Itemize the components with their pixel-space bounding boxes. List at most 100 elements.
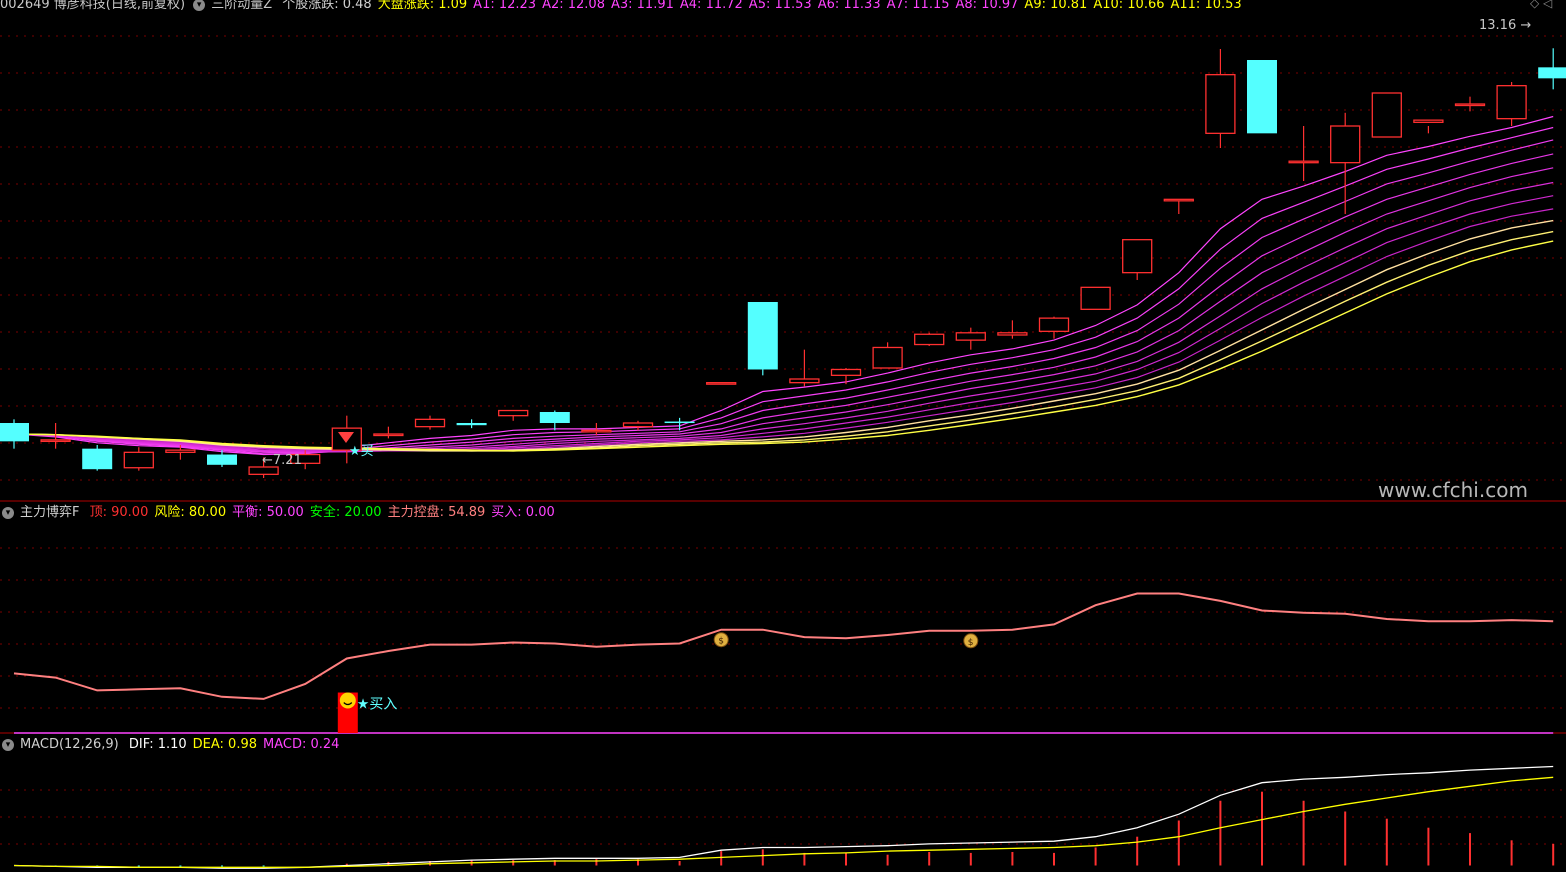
header-item-9: A8: 10.97 [955,0,1019,12]
candle-body-up [1496,85,1527,120]
candle [539,410,570,431]
candle-body-up [1038,317,1070,332]
candle [1454,96,1486,112]
panel2-item-2: 平衡: 50.00 [232,505,304,520]
candle-body-up [622,422,654,428]
candle [498,409,529,421]
candle-body-down [664,421,695,424]
series-line-DEA [13,776,1554,868]
candle [622,420,654,431]
candle-body-up [1371,92,1402,138]
candle [1122,239,1153,280]
panel2-values: 顶: 90.00 风险: 80.00 平衡: 50.00 安全: 20.00 主力控盘:… [90,505,561,520]
header-item-6: A5: 11.53 [748,0,812,12]
indicator-name: 三阶动量Z [211,0,273,12]
candle-body-down [747,302,778,370]
ma-line-A11 [13,240,1554,452]
candle [1080,286,1111,310]
panel2-menu-icon[interactable]: ▾ [2,506,14,519]
panel2-item-3: 安全: 20.00 [309,505,382,520]
candle-body-up [1454,103,1486,107]
candle [706,382,737,385]
candle-body-down [1538,67,1566,79]
panel3-values: DIF: 1.10 DEA: 0.98 MACD: 0.24 [129,737,346,752]
header-item-11: A10: 10.66 [1093,0,1165,12]
panel2-item-4: 主力控盘: 54.89 [387,505,486,520]
money-bag-symbol: $ [968,638,974,648]
header-item-10: A9: 10.81 [1024,0,1088,12]
candle-body-up [1205,74,1236,134]
series-line-主力控盘 [13,592,1554,700]
candle-body-up [40,439,71,443]
chart-stage[interactable]: 13.16 → ←7.21 ★买 ★买入 $ $ 002649 博彦科技(日线,前复权) … [0,0,1566,872]
candle [789,349,820,387]
candle [955,327,986,350]
candle [1371,92,1402,138]
panel2-item-0: 顶: 90.00 [89,505,149,520]
series-line-DIF [13,765,1554,869]
candle [747,302,778,376]
candle [664,417,695,431]
ma-line-A1 [13,115,1554,456]
panel2-header: ▾ 主力博弈F 顶: 90.00 风险: 80.00 平衡: 50.00 安全: 20.… [0,505,567,521]
candle-body-down [456,423,487,426]
candle-body-up [1330,125,1361,164]
stock-title: 002649 博彦科技(日线,前复权) [0,0,186,12]
header-item-5: A4: 11.72 [679,0,743,12]
candle-body-up [123,451,154,469]
panel2-item-1: 风险: 80.00 [154,505,227,520]
candle [1496,82,1527,126]
header-item-3: A2: 12.08 [542,0,605,12]
candle-body-up [414,418,446,428]
candle [1288,126,1319,181]
smiley-icon [339,692,356,709]
header-item-8: A7: 11.15 [886,0,950,12]
candle [1038,316,1070,339]
candle [456,419,487,429]
indicator-menu-icon[interactable]: ▾ [193,0,206,11]
header-item-1: 大盘涨跌: 1.09 [377,0,468,12]
candle-body-up [1122,239,1153,274]
header-item-4: A3: 11.91 [610,0,674,12]
panel3-title: MACD(12,26,9) [20,737,119,752]
candle-body-down [82,448,113,470]
header-item-0: 个股涨跌: 0.48 [282,0,372,12]
candle [1330,112,1361,214]
candle-body-up [1288,160,1319,164]
candle [830,368,862,385]
candle [82,445,113,471]
candle-body-up [581,429,612,433]
candle-body-up [789,378,820,384]
panel3-item-0: DIF: 1.10 [128,737,187,752]
candle [0,419,29,449]
candle [914,332,945,346]
candle-body-up [373,433,404,437]
candle-body-up [498,409,529,417]
watermark: www.cfchi.com [1378,478,1528,502]
panel3-item-2: MACD: 0.24 [263,737,340,752]
panel3-item-1: DEA: 0.98 [192,737,258,752]
ma-line-A5 [13,167,1554,453]
candle-body-down [207,454,237,465]
candle-body-up [165,449,196,453]
header-item-7: A6: 11.33 [817,0,881,12]
candle-body-up [955,332,986,341]
candle [997,320,1028,339]
candle [1163,198,1194,214]
candle-body-down [0,423,29,442]
candle-body-up [830,368,862,376]
candle [414,415,446,430]
ma-line-A10 [13,230,1554,452]
candle-body-up [997,332,1028,336]
buy-signal-label: ★买 [349,444,374,459]
candle-body-down [1247,60,1277,134]
candle [1413,119,1444,134]
header-item-2: A1: 12.23 [473,0,537,12]
high-price-label: 13.16 → [1479,18,1531,33]
candle-body-up [914,333,945,346]
candle [123,447,154,471]
panel2-item-5: 买入: 0.00 [491,505,555,520]
candle-body-up [248,466,279,475]
panel3-menu-icon[interactable]: ▾ [2,738,14,751]
corner-icons[interactable]: ◇ ◁ [1530,0,1552,10]
